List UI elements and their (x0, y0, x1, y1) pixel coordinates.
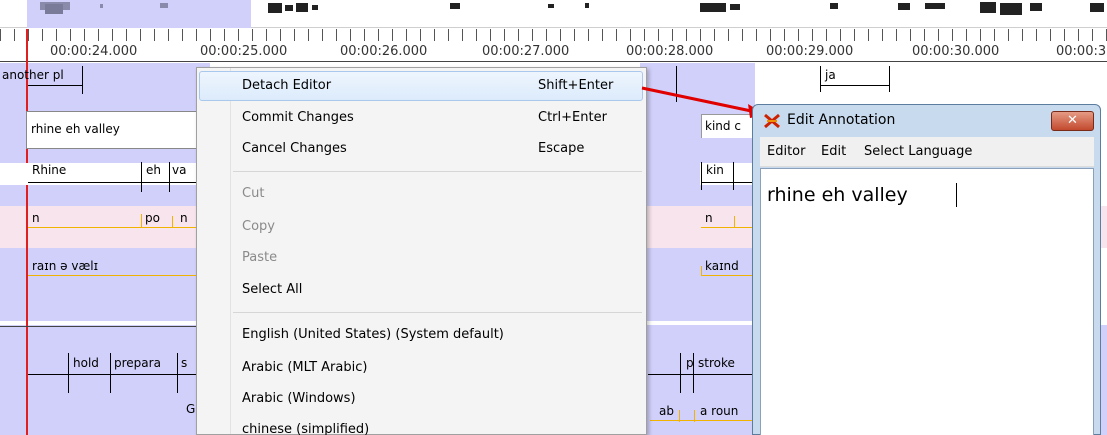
annotation-label[interactable]: kin (706, 163, 724, 177)
elan-annotation-window: 00:00:24.000 00:00:25.000 00:00:26.000 0… (0, 0, 1107, 435)
menu-item-shortcut: Shift+Enter (538, 78, 614, 93)
time-label: 00:00:30.000 (912, 44, 1000, 59)
annotation-label[interactable]: prepara (114, 356, 161, 370)
time-label: 00:00:27.000 (482, 44, 570, 59)
text-caret (956, 183, 957, 207)
annotation-label[interactable]: n (705, 211, 713, 225)
context-menu: Detach Editor Shift+Enter Commit Changes… (196, 67, 647, 435)
time-label: 00:00:3 (1056, 44, 1107, 59)
annotation-text: rhine eh valley (767, 184, 908, 206)
menu-separator (233, 171, 642, 172)
time-label: 00:00:29.000 (766, 44, 854, 59)
menu-item-detach-editor[interactable]: Detach Editor Shift+Enter (199, 71, 643, 101)
annotation-label[interactable]: s (181, 356, 187, 370)
menu-item-label: Paste (242, 250, 278, 265)
edit-annotation-dialog: Edit Annotation ✕ Editor Edit Select Lan… (752, 104, 1101, 435)
menu-item-shortcut: Escape (538, 141, 585, 156)
dialog-title: Edit Annotation (787, 112, 896, 128)
annotation-label[interactable]: va (172, 163, 186, 177)
menu-item-label: Detach Editor (242, 78, 332, 93)
annotation-label[interactable]: G (186, 402, 195, 416)
menu-item-copy: Copy (197, 212, 646, 242)
annotation-label[interactable]: raɪn ə vælɪ (32, 259, 98, 273)
annotation-label[interactable]: kaɪnd (705, 259, 739, 273)
menu-item-select-all[interactable]: Select All (197, 275, 646, 305)
menu-item-commit-changes[interactable]: Commit Changes Ctrl+Enter (197, 103, 646, 133)
menu-item-label: Arabic (MLT Arabic) (242, 360, 368, 375)
inline-edit-text: rhine eh valley (31, 122, 120, 136)
annotation-text-area[interactable]: rhine eh valley (760, 168, 1094, 435)
annotation-label[interactable]: stroke (698, 356, 735, 370)
annotation-label[interactable]: another pl (2, 68, 64, 82)
annotation-label[interactable]: hold (73, 356, 99, 370)
menu-select-language[interactable]: Select Language (864, 144, 972, 159)
tier-selection-upper (0, 63, 210, 321)
menu-item-label: Commit Changes (242, 110, 354, 125)
menu-item-shortcut: Ctrl+Enter (538, 110, 607, 125)
waveform-panel[interactable] (0, 0, 1107, 28)
menu-separator (233, 312, 642, 313)
menu-item-label: Arabic (Windows) (242, 391, 356, 406)
menu-item-language-arabic-windows[interactable]: Arabic (Windows) (197, 384, 646, 414)
menu-item-paste: Paste (197, 243, 646, 273)
annotation-label[interactable]: ab (659, 404, 674, 418)
menu-item-language-chinese[interactable]: chinese (simplified) (197, 415, 646, 435)
menu-item-label: Copy (242, 219, 275, 234)
time-label: 00:00:24.000 (50, 44, 138, 59)
annotation-label[interactable]: po (145, 211, 160, 225)
dialog-menu-bar: Editor Edit Select Language (760, 137, 1094, 167)
time-label: 00:00:25.000 (200, 44, 288, 59)
menu-item-label: Cut (242, 186, 265, 201)
menu-item-cancel-changes[interactable]: Cancel Changes Escape (197, 134, 646, 164)
menu-item-label: Select All (242, 282, 303, 297)
annotation-label[interactable]: ja (825, 68, 836, 82)
annotation-label[interactable]: a roun (700, 404, 738, 418)
ruler-ticks (0, 29, 1107, 41)
time-label: 00:00:28.000 (626, 44, 714, 59)
annotation-label[interactable]: n (32, 211, 40, 225)
menu-item-language-english[interactable]: English (United States) (System default) (197, 320, 646, 350)
menu-editor[interactable]: Editor (767, 144, 805, 159)
annotation-label[interactable]: eh (146, 163, 161, 177)
elan-app-icon (764, 113, 780, 129)
inline-edit-field[interactable]: rhine eh valley (26, 111, 197, 149)
menu-item-language-arabic-mlt[interactable]: Arabic (MLT Arabic) (197, 353, 646, 383)
close-icon[interactable]: ✕ (1051, 111, 1094, 131)
time-label: 00:00:26.000 (340, 44, 428, 59)
menu-item-label: English (United States) (System default) (242, 327, 504, 342)
menu-item-label: Cancel Changes (242, 141, 347, 156)
menu-item-label: chinese (simplified) (242, 422, 370, 435)
waveform-graphic (40, 2, 1104, 15)
annotation-label[interactable]: Rhine (32, 163, 66, 177)
annotation-label[interactable]: n (180, 211, 188, 225)
menu-edit[interactable]: Edit (821, 144, 846, 159)
menu-item-cut: Cut (197, 179, 646, 209)
